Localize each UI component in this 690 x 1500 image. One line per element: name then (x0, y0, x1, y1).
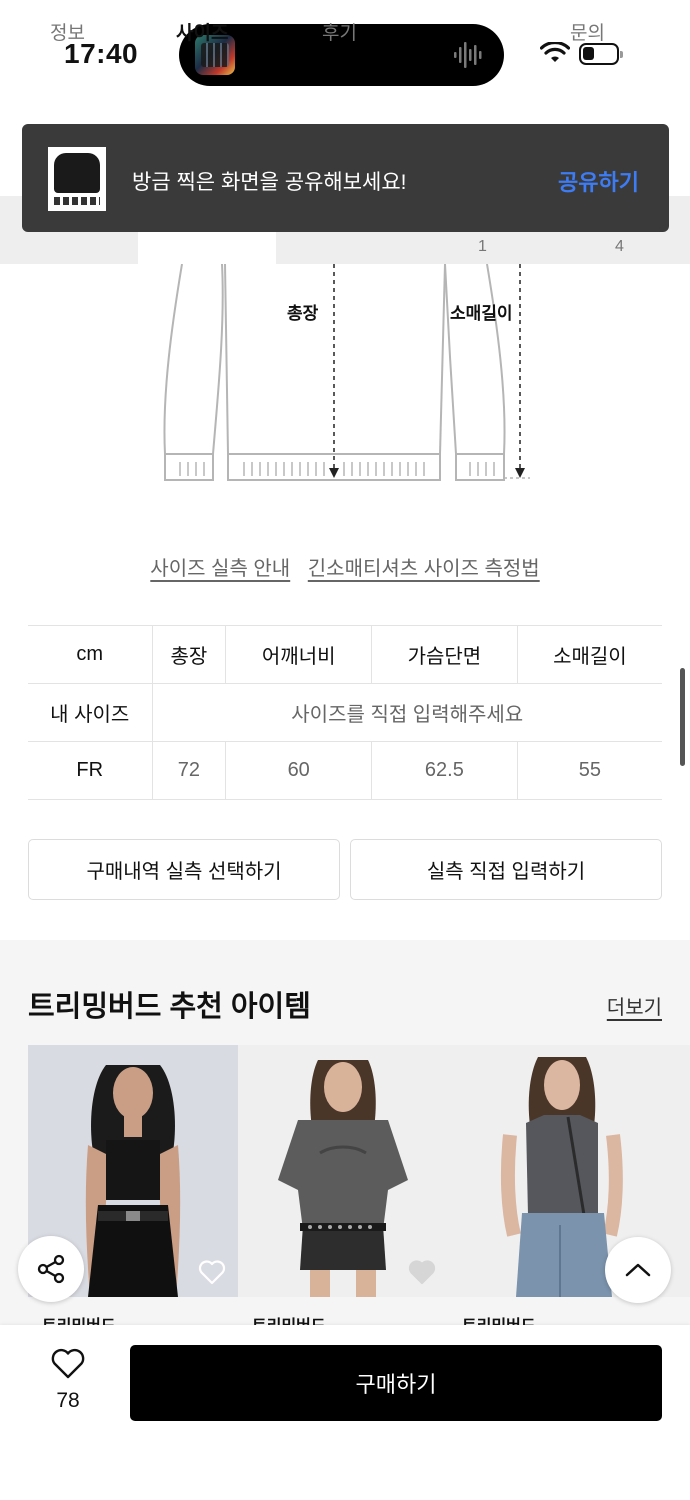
tab-review-count: 1 (478, 238, 487, 255)
scroll-to-top-button[interactable] (605, 1237, 671, 1303)
length-label: 총장 (287, 304, 319, 323)
my-size-label: 내 사이즈 (28, 683, 152, 742)
my-size-input-prompt[interactable]: 사이즈를 직접 입력해주세요 (151, 683, 662, 742)
buy-button[interactable]: 구매하기 (130, 1345, 662, 1421)
tab-qna-count: 4 (615, 238, 624, 255)
table-cell: 60 (225, 741, 372, 800)
like-button[interactable] (38, 1348, 98, 1385)
table-cell: 62.5 (371, 741, 518, 800)
toast-message: 방금 찍은 화면을 공유해보세요! (132, 171, 407, 194)
measure-method-link[interactable]: 긴소매티셔츠 사이즈 측정법 (308, 558, 540, 580)
sleeve-length-label: 소매길이 (450, 304, 513, 323)
screenshot-share-toast: 방금 찍은 화면을 공유해보세요! 공유하기 (22, 124, 669, 232)
chevron-up-icon (625, 1263, 651, 1277)
table-row: FR 72 60 62.5 55 (28, 741, 662, 800)
size-table: cm 총장 어깨너비 가슴단면 소매길이 내 사이즈 사이즈를 직접 입력해주세… (28, 625, 662, 800)
tab-qna[interactable]: 문의 (570, 18, 605, 45)
table-cell: 72 (151, 741, 226, 800)
unit-cell: cm (28, 625, 152, 684)
like-count: 78 (56, 1389, 80, 1412)
select-purchase-measure-button[interactable]: 구매내역 실측 선택하기 (28, 839, 340, 900)
table-cell: 55 (516, 741, 662, 800)
size-name-cell: FR (28, 741, 152, 800)
size-table-header-row: cm 총장 어깨너비 가슴단면 소매길이 (28, 625, 662, 684)
screenshot-thumbnail (48, 147, 106, 211)
tab-review[interactable]: 후기 (322, 18, 357, 45)
tab-info[interactable]: 정보 (50, 18, 85, 45)
scrollbar[interactable] (680, 668, 685, 766)
product-card[interactable] (238, 1045, 448, 1297)
column-header: 어깨너비 (225, 625, 372, 684)
battery-icon (579, 43, 623, 65)
column-header: 총장 (151, 625, 226, 684)
heart-icon[interactable] (408, 1259, 436, 1285)
sweatshirt-outline-illustration (163, 263, 530, 481)
more-link[interactable]: 더보기 (607, 991, 662, 1020)
size-guide-links: 사이즈 실측 안내 긴소매티셔츠 사이즈 측정법 (0, 552, 690, 581)
my-size-row[interactable]: 내 사이즈 사이즈를 직접 입력해주세요 (28, 683, 662, 742)
size-diagram: 총장 소매길이 (0, 263, 690, 494)
direct-measure-input-button[interactable]: 실측 직접 입력하기 (350, 839, 662, 900)
heart-icon[interactable] (198, 1259, 226, 1285)
tab-size[interactable]: 사이즈 (176, 18, 228, 45)
status-bar: 17:40 (0, 0, 690, 110)
column-header: 가슴단면 (371, 625, 518, 684)
recommend-title: 트리밍버드 추천 아이템 (28, 991, 311, 1023)
share-button[interactable] (18, 1236, 84, 1302)
wifi-icon (540, 42, 570, 62)
heart-icon (51, 1348, 85, 1379)
column-header: 소매길이 (516, 625, 662, 684)
audio-waveform-icon (454, 42, 482, 68)
size-guide-link[interactable]: 사이즈 실측 안내 (150, 558, 290, 580)
share-icon (37, 1254, 65, 1284)
toast-share-button[interactable]: 공유하기 (558, 165, 639, 197)
